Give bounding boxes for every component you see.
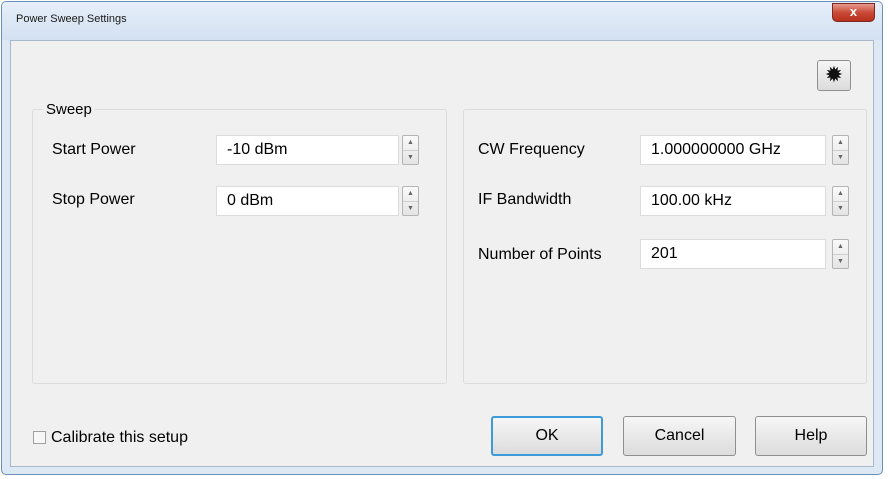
start-power-spinner[interactable]: ▲ ▼: [402, 135, 419, 165]
help-button[interactable]: Help: [755, 416, 867, 456]
dialog-body: ✹ Sweep Start Power -10 dBm ▲ ▼ Stop Powe…: [10, 40, 874, 467]
number-of-points-field[interactable]: 201: [640, 239, 826, 269]
ok-button[interactable]: OK: [491, 416, 603, 456]
dialog-window: Power Sweep Settings x ✹ Sweep Start Pow…: [1, 1, 883, 475]
close-button[interactable]: x: [832, 3, 875, 22]
spin-up-icon[interactable]: ▲: [833, 240, 848, 255]
if-bandwidth-spinner[interactable]: ▲ ▼: [832, 186, 849, 216]
spin-down-icon[interactable]: ▼: [403, 202, 418, 216]
sweep-group-label: Sweep: [43, 101, 95, 118]
spin-down-icon[interactable]: ▼: [403, 151, 418, 165]
window-title: Power Sweep Settings: [16, 13, 127, 25]
calibrate-label[interactable]: Calibrate this setup: [51, 429, 188, 447]
calibrate-checkbox[interactable]: [33, 431, 46, 444]
stop-power-field[interactable]: 0 dBm: [216, 186, 399, 216]
cw-frequency-field[interactable]: 1.000000000 GHz: [640, 135, 826, 165]
spin-up-icon[interactable]: ▲: [833, 136, 848, 151]
number-of-points-spinner[interactable]: ▲ ▼: [832, 239, 849, 269]
spin-down-icon[interactable]: ▼: [833, 255, 848, 269]
cancel-button[interactable]: Cancel: [623, 416, 736, 456]
spin-up-icon[interactable]: ▲: [403, 136, 418, 151]
if-bandwidth-label: IF Bandwidth: [478, 191, 572, 208]
title-bar[interactable]: Power Sweep Settings x: [2, 2, 882, 40]
spin-down-icon[interactable]: ▼: [833, 202, 848, 216]
number-of-points-label: Number of Points: [478, 246, 602, 263]
start-power-label: Start Power: [52, 141, 136, 158]
stop-power-label: Stop Power: [52, 191, 135, 208]
spin-down-icon[interactable]: ▼: [833, 151, 848, 165]
cw-frequency-spinner[interactable]: ▲ ▼: [832, 135, 849, 165]
light-icon[interactable]: ✹: [817, 60, 851, 91]
cw-frequency-label: CW Frequency: [478, 141, 585, 158]
spin-up-icon[interactable]: ▲: [833, 187, 848, 202]
stop-power-spinner[interactable]: ▲ ▼: [402, 186, 419, 216]
spin-up-icon[interactable]: ▲: [403, 187, 418, 202]
start-power-field[interactable]: -10 dBm: [216, 135, 399, 165]
if-bandwidth-field[interactable]: 100.00 kHz: [640, 186, 826, 216]
